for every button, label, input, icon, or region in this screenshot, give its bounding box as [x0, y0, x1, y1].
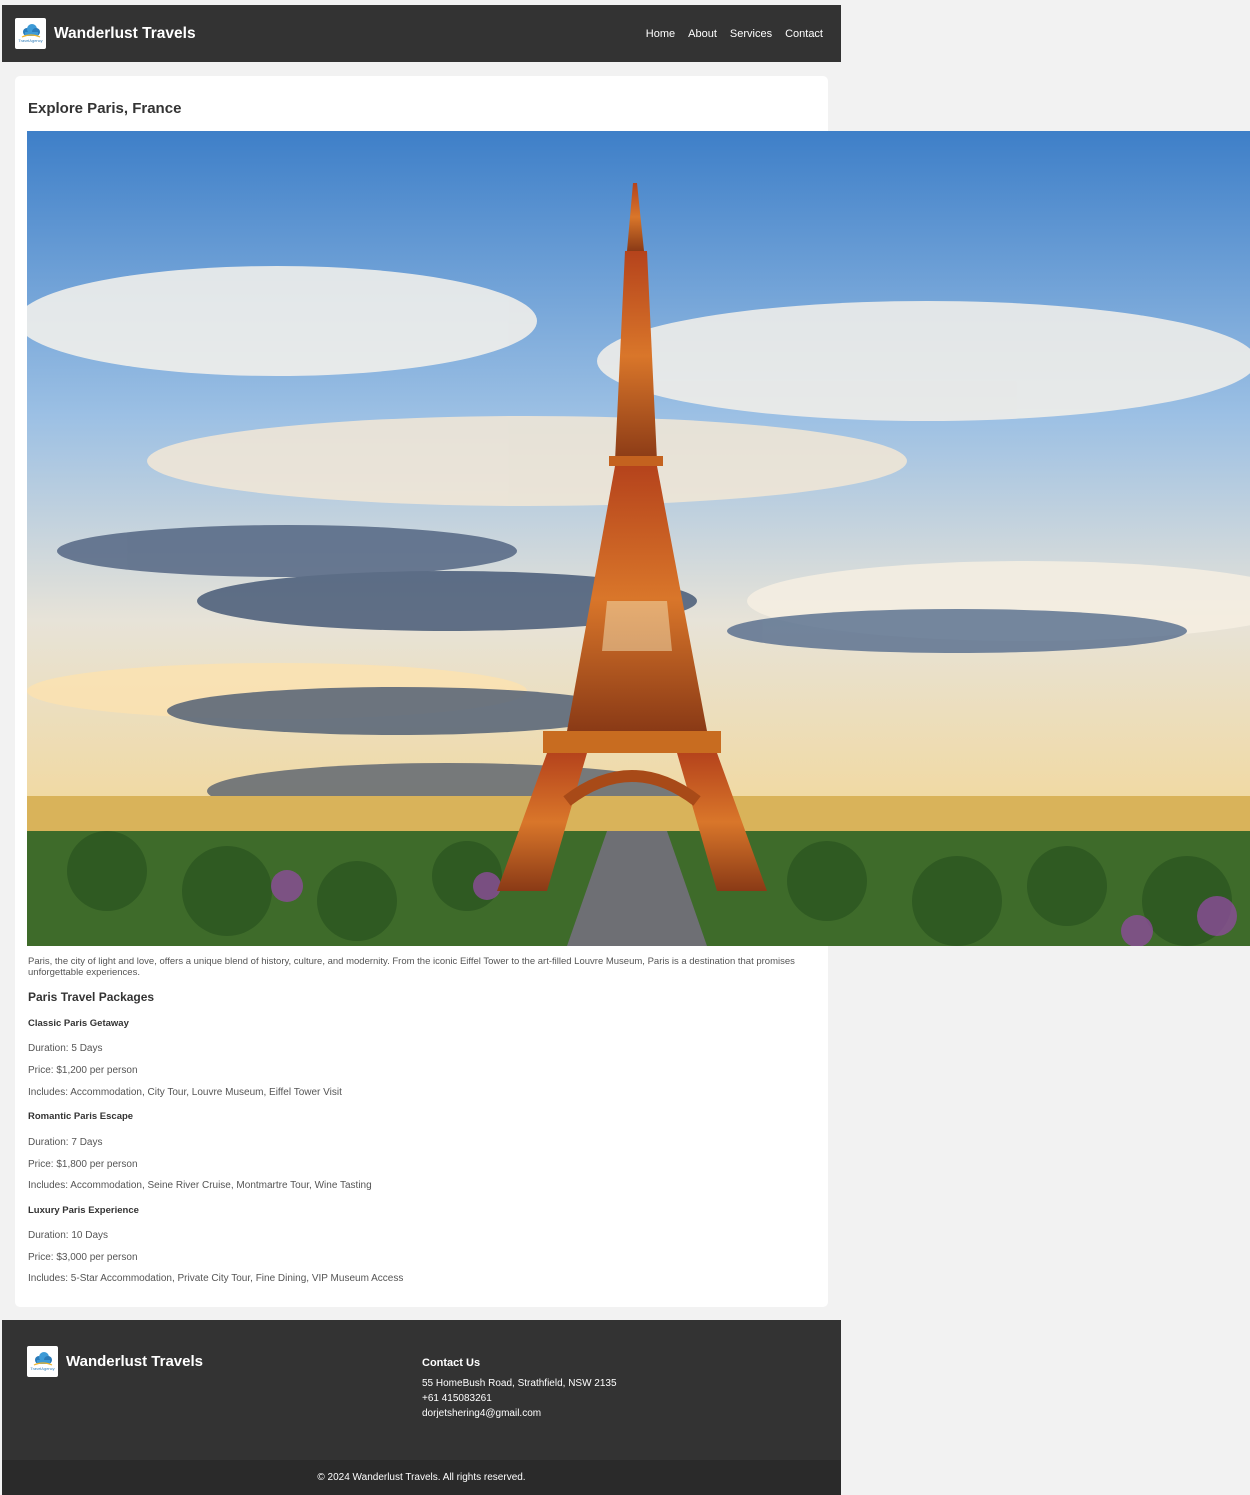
- package-1-price: Price: $1,200 per person: [28, 1065, 138, 1076]
- package-2-price: Price: $1,800 per person: [28, 1159, 138, 1170]
- package-2-duration: Duration: 7 Days: [28, 1137, 103, 1148]
- contact-address: 55 HomeBush Road, Strathfield, NSW 2135: [422, 1378, 617, 1389]
- package-3-name: Luxury Paris Experience: [28, 1205, 139, 1216]
- contact-section: Contact Us 55 HomeBush Road, Strathfield…: [422, 1357, 617, 1421]
- package-2-includes: Includes: Accommodation, Seine River Cru…: [28, 1180, 372, 1191]
- contact-heading: Contact Us: [422, 1357, 481, 1369]
- package-1-includes: Includes: Accommodation, City Tour, Louv…: [28, 1087, 342, 1098]
- logo-text: TravelAgency: [18, 38, 43, 43]
- cloud-logo-icon: TravelAgency: [27, 1346, 58, 1377]
- nav-contact-link[interactable]: Contact: [785, 28, 823, 40]
- main-nav: Home About Services Contact: [633, 28, 823, 40]
- copyright-bar: © 2024 Wanderlust Travels. All rights re…: [2, 1460, 841, 1495]
- package-1-duration: Duration: 5 Days: [28, 1043, 103, 1054]
- package-1-name: Classic Paris Getaway: [28, 1018, 129, 1029]
- hero-image-eiffel-tower: [27, 131, 1250, 946]
- package-2-name: Romantic Paris Escape: [28, 1111, 134, 1122]
- package-3-price: Price: $3,000 per person: [28, 1252, 138, 1263]
- nav-home-link[interactable]: Home: [646, 28, 675, 40]
- footer-brand-name: Wanderlust Travels: [66, 1353, 203, 1370]
- logo-text: TravelAgency: [30, 1366, 55, 1371]
- footer-brand: TravelAgency Wanderlust Travels: [27, 1346, 203, 1377]
- page-title: Explore Paris, France: [28, 100, 182, 117]
- package-3-duration: Duration: 10 Days: [28, 1230, 109, 1241]
- nav-about-link[interactable]: About: [688, 28, 717, 40]
- intro-text: Paris, the city of light and love, offer…: [28, 956, 795, 978]
- package-3-includes: Includes: 5-Star Accommodation, Private …: [28, 1273, 404, 1284]
- site-header: TravelAgency Wanderlust Travels Home Abo…: [2, 5, 841, 62]
- packages-heading: Paris Travel Packages: [28, 990, 155, 1004]
- brand[interactable]: TravelAgency Wanderlust Travels: [15, 18, 196, 49]
- contact-email: dorjetshering4@gmail.com: [422, 1408, 542, 1419]
- brand-name: Wanderlust Travels: [54, 24, 196, 42]
- nav-services-link[interactable]: Services: [730, 28, 772, 40]
- contact-phone: +61 415083261: [422, 1393, 492, 1404]
- cloud-logo-icon: TravelAgency: [15, 18, 46, 49]
- site-footer: TravelAgency Wanderlust Travels Contact …: [2, 1320, 841, 1460]
- copyright-text: © 2024 Wanderlust Travels. All rights re…: [317, 1472, 526, 1483]
